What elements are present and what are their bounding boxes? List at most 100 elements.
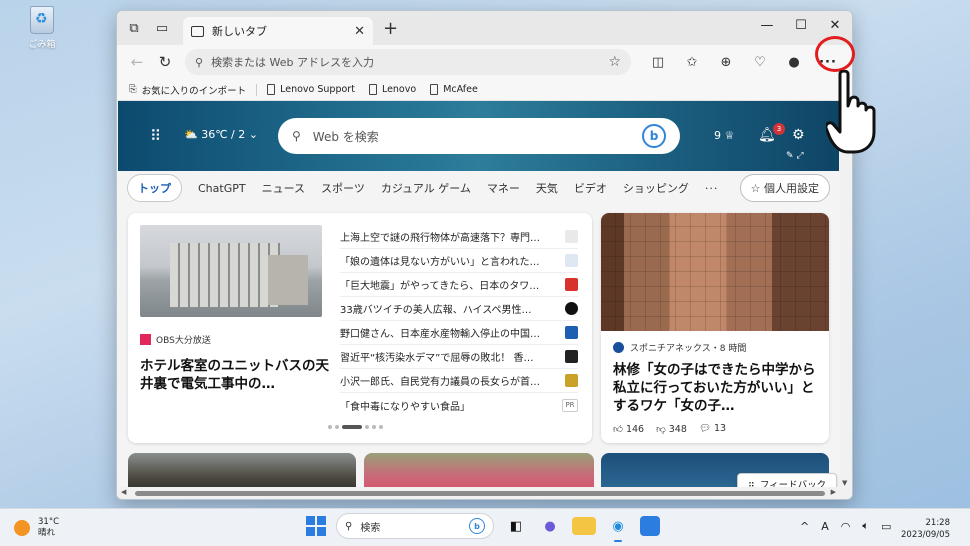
web-search-box[interactable]: ⚲ Web を検索 b: [278, 118, 680, 154]
comment-button[interactable]: 💬︎ 13: [699, 423, 726, 435]
story-card[interactable]: [128, 453, 356, 489]
volume-icon[interactable]: 🔈︎: [862, 519, 869, 533]
favorite-lenovo[interactable]: Lenovo: [365, 84, 420, 95]
list-item-title: 「巨大地震」がやってきたら、日本のタワ…: [340, 281, 540, 292]
bing-icon: b: [469, 518, 485, 534]
app-launcher-icon[interactable]: ⠿: [150, 127, 161, 145]
ime-indicator[interactable]: A: [821, 520, 829, 533]
scroll-down-icon[interactable]: ▼: [842, 479, 847, 487]
list-item[interactable]: 「娘の遺体は見ない方がいい」と言われた…: [340, 249, 578, 273]
favorite-import[interactable]: ⎘ お気に入りのインポート: [125, 83, 250, 97]
wifi-icon[interactable]: ◠: [841, 520, 851, 533]
search-icon: ⚲: [345, 520, 353, 532]
tab-new-tab[interactable]: 新しいタブ ✕: [183, 17, 373, 45]
list-item[interactable]: 「食中毒になりやすい食品」 PR: [340, 393, 578, 417]
edge-icon[interactable]: ◉: [606, 514, 630, 542]
store-icon[interactable]: [640, 516, 660, 536]
carousel-dots[interactable]: [328, 425, 383, 429]
story-image[interactable]: [140, 225, 322, 317]
start-button[interactable]: [306, 516, 326, 536]
title-bar: ⧉ ▭ 新しいタブ ✕ + — ☐ ✕: [117, 11, 852, 45]
weather-condition: 晴れ: [38, 528, 56, 538]
tab-actions-icon[interactable]: ▭: [151, 17, 173, 39]
story-headline[interactable]: ホテル客室のユニットバスの天井裏で電気工事中の…: [140, 357, 330, 393]
category-money[interactable]: マネー: [487, 180, 520, 196]
taskbar-apps: ⚲ 検索 b ◧ ● ◉: [306, 513, 660, 542]
minimize-button[interactable]: —: [750, 11, 784, 39]
list-item[interactable]: 上海上空で謎の飛行物体が高速落下？専門…: [340, 225, 578, 249]
file-explorer-icon[interactable]: [572, 517, 596, 535]
address-bar[interactable]: ⚲ 検索または Web アドレスを入力 ☆: [185, 49, 631, 75]
story-source: スポニチアネックス・8 時間: [613, 341, 746, 354]
category-top[interactable]: トップ: [127, 174, 182, 202]
favorite-star-icon[interactable]: ☆: [608, 54, 621, 70]
category-chatgpt[interactable]: ChatGPT: [198, 182, 246, 195]
list-item[interactable]: 野口健さん、日本産水産物輸入停止の中国…: [340, 321, 578, 345]
clock[interactable]: 21:28 2023/09/05: [901, 517, 950, 541]
bing-chat-icon[interactable]: b: [642, 124, 666, 148]
publisher-icon: [565, 230, 578, 243]
like-button[interactable]: 👍︎ 146: [613, 423, 644, 435]
scroll-left-icon[interactable]: ◀: [121, 488, 126, 496]
maximize-button[interactable]: ☐: [784, 11, 818, 39]
scrollbar-thumb[interactable]: [135, 491, 825, 496]
battery-icon[interactable]: ▭: [881, 520, 891, 533]
category-weather[interactable]: 天気: [536, 180, 558, 196]
category-news[interactable]: ニュース: [262, 180, 305, 196]
category-more-button[interactable]: ···: [705, 182, 719, 195]
favorite-lenovo-support[interactable]: Lenovo Support: [263, 84, 359, 95]
task-view-icon[interactable]: ◧: [504, 514, 528, 538]
tab-close-icon[interactable]: ✕: [354, 24, 365, 39]
category-casual-games[interactable]: カジュアル ゲーム: [381, 180, 471, 196]
favorites-icon[interactable]: ✩: [675, 48, 709, 76]
gear-icon[interactable]: ⚙: [792, 127, 805, 143]
new-tab-button[interactable]: +: [383, 18, 398, 39]
search-icon: ⚲: [195, 55, 204, 69]
category-shopping[interactable]: ショッピング: [623, 180, 689, 196]
teams-chat-icon[interactable]: ●: [538, 514, 562, 538]
list-item-title: 上海上空で謎の飛行物体が高速落下？専門…: [340, 233, 540, 244]
chevron-up-icon[interactable]: ^: [800, 520, 809, 533]
publisher-icon: [565, 278, 578, 291]
back-button[interactable]: ←: [123, 48, 151, 76]
workspaces-icon[interactable]: ⧉: [123, 17, 145, 39]
rewards-widget[interactable]: 9 ♕: [714, 129, 734, 142]
vertical-scrollbar[interactable]: ▲ ▼: [840, 101, 852, 489]
split-screen-icon[interactable]: ◫: [641, 48, 675, 76]
pr-badge: PR: [562, 398, 578, 412]
category-nav: トップ ChatGPT ニュース スポーツ カジュアル ゲーム マネー 天気 ビ…: [117, 171, 852, 205]
weather-widget[interactable]: ⛅ 36℃ / 2 ⌄: [184, 128, 258, 141]
story-headline: 林修「女の子はできたら中学から私立に行っておいた方がいい」とするワケ「女の子…: [613, 362, 816, 414]
tab-title: 新しいタブ: [212, 25, 267, 38]
list-item-title: 「食中毒になりやすい食品」: [340, 401, 470, 413]
list-item[interactable]: 33歳バツイチの美人広報、ハイスペ男性…: [340, 297, 578, 321]
favorite-label: お気に入りのインポート: [141, 85, 247, 97]
browser-essentials-icon[interactable]: ♡: [743, 48, 777, 76]
window-controls: — ☐ ✕: [750, 11, 852, 39]
recycle-bin-icon: [30, 6, 54, 34]
taskbar-search[interactable]: ⚲ 検索 b: [336, 513, 494, 539]
personalize-button[interactable]: ☆ 個人用設定: [739, 174, 830, 202]
recycle-bin[interactable]: ごみ箱: [22, 6, 62, 50]
dislike-button[interactable]: 👎︎ 348: [656, 423, 687, 435]
list-item[interactable]: 「巨大地震」がやってきたら、日本のタワ…: [340, 273, 578, 297]
horizontal-scrollbar[interactable]: ◀ ▶: [117, 487, 852, 499]
list-item[interactable]: 小沢一郎氏、自民党有力議員の長女らが首…: [340, 369, 578, 393]
refresh-button[interactable]: ↻: [151, 48, 179, 76]
personalize-icon: ☆: [750, 182, 764, 195]
list-item-title: 野口健さん、日本産水産物輸入停止の中国…: [340, 329, 540, 340]
category-video[interactable]: ビデオ: [574, 180, 607, 196]
divider: [256, 83, 258, 96]
taskbar-weather[interactable]: 31°C 晴れ: [14, 517, 59, 539]
scroll-right-icon[interactable]: ▶: [831, 488, 836, 496]
favorite-label: Lenovo Support: [280, 84, 355, 95]
story-card[interactable]: [364, 453, 594, 489]
profile-icon[interactable]: ●: [777, 48, 811, 76]
favorite-mcafee[interactable]: McAfee: [426, 84, 482, 95]
list-item[interactable]: 習近平“核汚染水デマ”で屈辱の敗北！ 香…: [340, 345, 578, 369]
feature-story-card[interactable]: スポニチアネックス・8 時間 林修「女の子はできたら中学から私立に行っておいた方…: [601, 213, 829, 443]
category-sports[interactable]: スポーツ: [321, 180, 365, 196]
edit-and-expand-icons[interactable]: ✎ ⤢: [786, 151, 804, 161]
close-window-button[interactable]: ✕: [818, 11, 852, 39]
collections-icon[interactable]: ⊕: [709, 48, 743, 76]
